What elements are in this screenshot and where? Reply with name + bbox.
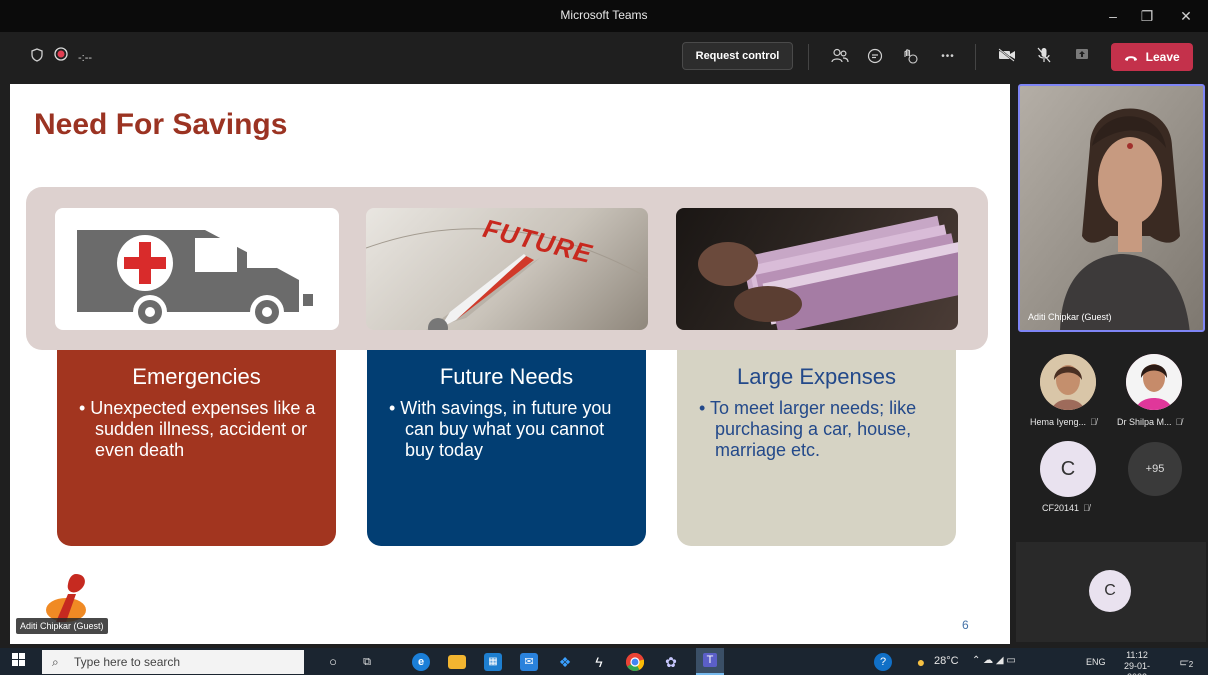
windows-taskbar: ⌕ Type here to search ○ ⧉ e ▦ ✉ ❖ ϟ ✿ T … <box>0 648 1208 675</box>
mic-off-icon: 🎙̸ <box>1090 417 1097 427</box>
participant-name-cf20141: CF20141 🎙̸ <box>1042 503 1090 513</box>
mic-off-icon: 🎙̸ <box>1175 417 1183 427</box>
reactions-icon[interactable] <box>899 48 921 70</box>
cortana-icon[interactable]: ○ <box>324 653 342 671</box>
edge-icon[interactable]: e <box>412 653 430 671</box>
card-bullet: • With savings, in future you can buy wh… <box>389 398 612 460</box>
teams-icon[interactable]: T <box>696 648 724 675</box>
participant-avatar-shilpa[interactable] <box>1126 354 1182 410</box>
presenter-name-tag: Aditi Chipkar (Guest) <box>16 618 108 634</box>
participant-avatar-hema[interactable] <box>1040 354 1096 410</box>
people-icon[interactable] <box>829 48 851 70</box>
tray-icons[interactable]: ⌃ ☁ ◢ ▭ <box>972 655 1016 666</box>
main-video-name: Aditi Chipkar (Guest) <box>1028 312 1112 322</box>
self-avatar[interactable]: C <box>1089 570 1131 612</box>
shared-slide: Need For Savings FUTURE Emergencies • Un… <box>10 84 1010 644</box>
help-icon[interactable]: ? <box>874 653 892 671</box>
winamp-icon[interactable]: ϟ <box>590 653 608 671</box>
weather-temperature[interactable]: 28°C <box>934 655 959 667</box>
leave-label: Leave <box>1145 50 1180 64</box>
taskbar-search[interactable]: ⌕ Type here to search <box>42 650 304 674</box>
notifications-icon[interactable]: ▭ 2 <box>1176 653 1196 671</box>
window-title: Microsoft Teams <box>560 8 648 22</box>
card-large-expenses: Large Expenses • To meet larger needs; l… <box>677 350 956 546</box>
title-bar: Microsoft Teams – ❐ ✕ <box>0 0 1208 32</box>
card-heading: Future Needs <box>439 364 574 389</box>
participant-name-shilpa: Dr Shilpa M... 🎙̸ <box>1117 417 1183 427</box>
shield-icon[interactable] <box>26 48 48 68</box>
search-placeholder: Type here to search <box>74 655 181 669</box>
close-button[interactable]: ✕ <box>1170 0 1202 32</box>
clock-date: 29-01-2022 <box>1123 661 1150 675</box>
share-tray-icon[interactable] <box>1071 47 1093 67</box>
mail-icon[interactable]: ✉ <box>520 653 538 671</box>
store-icon[interactable]: ▦ <box>484 653 502 671</box>
participant-name-hema: Hema Iyeng... 🎙̸ <box>1030 417 1097 427</box>
ambulance-image <box>55 208 339 330</box>
main-video-tile[interactable]: Aditi Chipkar (Guest) <box>1018 84 1205 332</box>
card-bullet: • To meet larger needs; like purchasing … <box>699 398 917 460</box>
chat-icon[interactable] <box>864 48 886 70</box>
card-bullet: • Unexpected expenses like a sudden illn… <box>79 398 316 460</box>
language-indicator[interactable]: ENG <box>1086 657 1106 667</box>
weather-icon: ● <box>916 654 926 670</box>
search-icon: ⌕ <box>52 655 59 669</box>
restore-button[interactable]: ❐ <box>1131 0 1163 32</box>
chrome-icon[interactable] <box>626 653 645 672</box>
leave-button[interactable]: Leave <box>1111 43 1193 71</box>
participant-avatar-cf20141[interactable]: C <box>1040 441 1096 497</box>
file-explorer-icon[interactable] <box>448 655 466 669</box>
teams-window: Microsoft Teams – ❐ ✕ -:-- Request contr… <box>0 0 1208 675</box>
notification-count: 2 <box>1186 660 1196 670</box>
toolbar-divider <box>808 44 809 70</box>
paint-icon[interactable]: ✿ <box>662 653 680 671</box>
recording-icon <box>50 47 72 67</box>
card-heading: Emergencies <box>132 364 261 389</box>
card-emergencies: Emergencies • Unexpected expenses like a… <box>57 350 336 546</box>
mic-off-icon[interactable] <box>1033 47 1055 69</box>
dropbox-icon[interactable]: ❖ <box>556 653 574 671</box>
meeting-toolbar: -:-- Request control ••• Leave <box>0 32 1208 82</box>
more-options-icon[interactable]: ••• <box>937 47 959 67</box>
mic-off-icon: 🎙̸ <box>1083 503 1090 513</box>
camera-off-icon[interactable] <box>996 48 1018 68</box>
clock-time: 11:12 <box>1126 650 1148 660</box>
more-participants-button[interactable]: +95 <box>1128 442 1182 496</box>
money-notes-image <box>676 208 958 330</box>
meeting-timer: -:-- <box>78 52 93 64</box>
speaker-video <box>1020 86 1203 330</box>
minimize-button[interactable]: – <box>1097 0 1129 32</box>
card-heading: Large Expenses <box>737 364 896 389</box>
clock[interactable]: 11:12 29-01-2022 <box>1117 650 1157 675</box>
hang-up-icon <box>1124 50 1145 64</box>
request-control-button[interactable]: Request control <box>682 42 793 70</box>
windows-start-icon[interactable] <box>10 653 28 671</box>
future-compass-image: FUTURE <box>366 208 648 330</box>
slide-number: 6 <box>962 618 969 632</box>
slide-title: Need For Savings <box>34 108 288 141</box>
task-view-icon[interactable]: ⧉ <box>358 653 376 671</box>
toolbar-divider <box>975 44 976 70</box>
card-future-needs: Future Needs • With savings, in future y… <box>367 350 646 546</box>
